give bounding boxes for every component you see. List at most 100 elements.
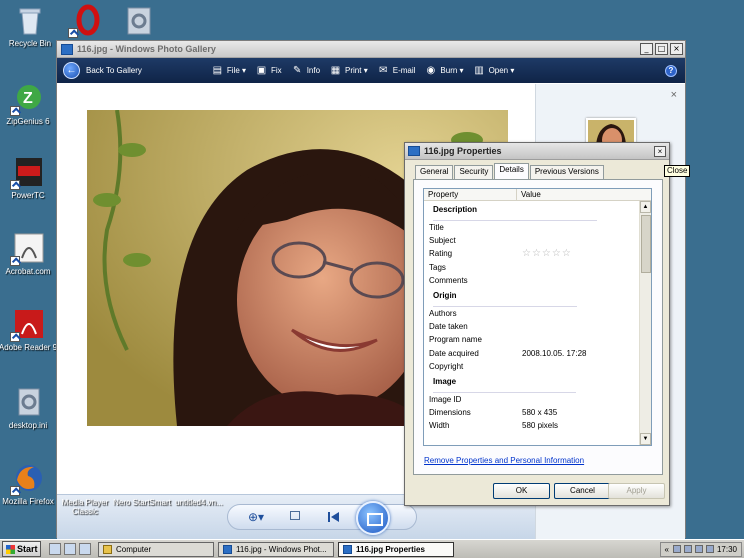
tray-icon[interactable] xyxy=(672,545,681,553)
scrollbar-thumb[interactable] xyxy=(641,215,651,273)
property-value[interactable] xyxy=(517,234,522,247)
property-value[interactable] xyxy=(517,221,522,234)
start-button[interactable]: Start xyxy=(2,541,41,557)
rating-stars[interactable]: ☆☆☆☆☆ xyxy=(517,247,572,260)
back-arrow-icon[interactable]: ← xyxy=(63,62,80,79)
actual-size-icon[interactable] xyxy=(290,511,300,520)
properties-dialog[interactable]: 116.jpg Properties × General Security De… xyxy=(404,142,670,506)
slide-show-icon[interactable] xyxy=(356,501,390,535)
property-value[interactable] xyxy=(517,360,522,373)
back-to-gallery-button[interactable]: Back To Gallery xyxy=(86,66,142,75)
task-photo-gallery[interactable]: 116.jpg - Windows Phot... xyxy=(218,541,334,557)
print-menu-button[interactable]: ▦ Print ▾ xyxy=(330,65,368,76)
ok-button[interactable]: OK xyxy=(493,483,550,499)
open-menu-button[interactable]: ▥ Open ▾ xyxy=(474,65,514,76)
info-button[interactable]: ✎ Info xyxy=(292,65,320,76)
clock[interactable]: 17:30 xyxy=(717,545,737,554)
show-desktop-icon[interactable] xyxy=(49,543,61,555)
table-row[interactable]: Date acquired 2008.10.05. 17:28 xyxy=(424,347,640,360)
explorer-icon[interactable] xyxy=(64,543,76,555)
column-header-property[interactable]: Property xyxy=(424,189,517,200)
property-value[interactable]: 2008.10.05. 17:28 xyxy=(517,347,587,360)
tray-expand-icon[interactable]: « xyxy=(665,545,669,554)
gallery-titlebar[interactable]: 116.jpg - Windows Photo Gallery _ □ × xyxy=(57,41,685,58)
property-value[interactable] xyxy=(517,393,522,406)
apply-button[interactable]: Apply xyxy=(608,483,665,499)
pane-close-icon[interactable]: × xyxy=(671,89,677,101)
help-icon[interactable]: ? xyxy=(665,64,677,77)
property-name: Image ID xyxy=(429,394,462,404)
cancel-button[interactable]: Cancel xyxy=(554,483,611,499)
property-name: Dimensions xyxy=(429,408,471,418)
task-label: Computer xyxy=(116,544,152,554)
tab-previous-versions[interactable]: Previous Versions xyxy=(529,165,604,179)
table-row[interactable]: Subject xyxy=(424,234,640,247)
table-row[interactable]: Dimensions 580 x 435 xyxy=(424,406,640,419)
burn-menu-button[interactable]: ◉ Burn ▾ xyxy=(425,65,464,76)
table-row[interactable]: Authors xyxy=(424,307,640,320)
table-row[interactable]: Rating ☆☆☆☆☆ xyxy=(424,247,640,260)
property-value[interactable] xyxy=(517,333,522,346)
previous-icon[interactable] xyxy=(328,512,340,522)
property-value[interactable] xyxy=(517,307,522,320)
opera-icon xyxy=(68,4,102,38)
email-button[interactable]: ✉ E-mail xyxy=(378,65,415,76)
property-value[interactable]: 580 pixels xyxy=(517,419,558,432)
burn-label: Burn xyxy=(440,66,458,75)
print-label: Print xyxy=(345,66,362,75)
table-row[interactable]: Comments xyxy=(424,274,640,287)
desktop-icon-label: ZipGenius 6 xyxy=(6,117,50,126)
property-value[interactable] xyxy=(517,274,522,287)
table-row[interactable]: Title xyxy=(424,221,640,234)
desktop-icon-adobe-reader[interactable]: Adobe Reader 9 xyxy=(0,308,58,352)
network-icon[interactable] xyxy=(694,545,703,553)
desktop-icon-settings[interactable] xyxy=(108,4,168,39)
details-grid[interactable]: Property Value Description Title Subject… xyxy=(423,188,652,446)
task-computer[interactable]: Computer xyxy=(98,541,214,557)
desktop-icon-powertc[interactable]: PowerTC xyxy=(0,156,58,200)
remove-properties-link[interactable]: Remove Properties and Personal Informati… xyxy=(424,456,584,465)
desktop-icon-label[interactable]: Media Player Classic xyxy=(54,498,116,516)
desktop-icon-desktop-ini[interactable]: desktop.ini xyxy=(0,386,58,430)
vertical-scrollbar[interactable]: ▲ ▼ xyxy=(639,201,651,445)
desktop-icon-firefox[interactable]: Mozilla Firefox xyxy=(0,462,58,506)
scroll-down-icon[interactable]: ▼ xyxy=(640,433,651,445)
open-label: Open xyxy=(488,66,509,75)
volume-icon[interactable] xyxy=(705,545,714,553)
tray-icon[interactable] xyxy=(683,545,692,553)
browser-icon[interactable] xyxy=(79,543,91,555)
close-icon[interactable]: × xyxy=(654,145,666,157)
close-button[interactable]: × xyxy=(670,43,683,55)
table-row[interactable]: Copyright xyxy=(424,360,640,373)
table-row[interactable]: Date taken xyxy=(424,320,640,333)
minimize-button[interactable]: _ xyxy=(640,43,653,55)
properties-title: 116.jpg Properties xyxy=(424,146,502,156)
desktop-icon-zipgenius[interactable]: Z ZipGenius 6 xyxy=(0,82,58,126)
property-value[interactable] xyxy=(517,261,522,274)
properties-titlebar[interactable]: 116.jpg Properties × xyxy=(405,143,669,160)
maximize-button[interactable]: □ xyxy=(655,43,668,55)
property-value[interactable] xyxy=(517,320,522,333)
task-properties[interactable]: 116.jpg Properties xyxy=(338,541,454,557)
table-row[interactable]: Width 580 pixels xyxy=(424,419,640,432)
shortcut-arrow-icon xyxy=(10,486,20,496)
powertc-icon xyxy=(10,156,44,190)
desktop-icon-opera[interactable] xyxy=(56,4,116,39)
property-value[interactable]: 580 x 435 xyxy=(517,406,557,419)
tab-details[interactable]: Details xyxy=(494,163,529,179)
desktop-icon-acrobat-com[interactable]: Acrobat.com xyxy=(0,232,58,276)
fix-button[interactable]: ▣ Fix xyxy=(256,65,282,76)
desktop-icon-recycle-bin[interactable]: Recycle Bin xyxy=(0,4,60,48)
tab-general[interactable]: General xyxy=(415,165,454,179)
table-row[interactable]: Program name xyxy=(424,333,640,346)
file-menu-button[interactable]: ▤ File ▾ xyxy=(212,65,246,76)
table-row[interactable]: Tags xyxy=(424,261,640,274)
scroll-up-icon[interactable]: ▲ xyxy=(640,201,651,213)
zoom-icon[interactable]: ⊕▾ xyxy=(248,510,264,524)
desktop-icon-label[interactable]: untitled4.vn... xyxy=(168,498,230,507)
column-header-value[interactable]: Value xyxy=(517,189,541,200)
property-name: Authors xyxy=(429,308,457,318)
table-row[interactable]: Image ID xyxy=(424,393,640,406)
desktop-icon-label[interactable]: Nero StartSmart xyxy=(112,498,172,507)
tab-security[interactable]: Security xyxy=(454,165,494,179)
